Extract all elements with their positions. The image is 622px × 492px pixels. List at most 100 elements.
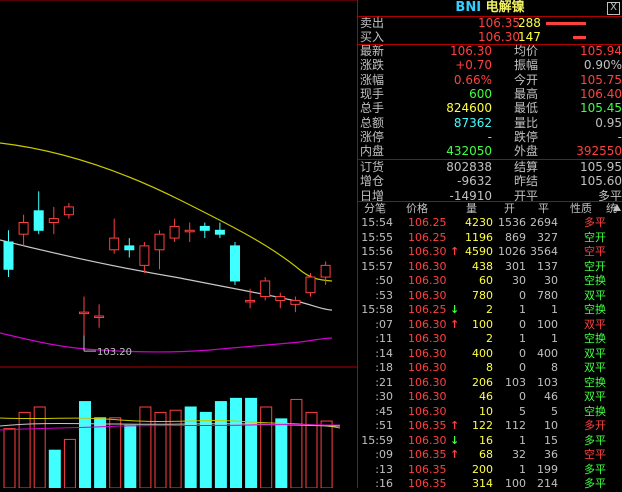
- tick-close: 103: [537, 375, 558, 389]
- volume-bar: [184, 406, 197, 488]
- tick-nature: 空开: [584, 259, 606, 273]
- tick-close: 199: [537, 462, 558, 476]
- stat-label: 跌停: [514, 129, 539, 144]
- stat-value: -: [487, 129, 492, 144]
- candle-body: [260, 280, 271, 298]
- tick-nature: 多平: [584, 477, 606, 490]
- tick-row: :45 106.30 10 5 5 空换: [358, 405, 613, 420]
- tick-close: 100: [537, 317, 558, 331]
- stat-value: 105.95: [580, 160, 622, 174]
- instrument-title: BNI 电解镍: [358, 0, 622, 16]
- tick-row: 15:54 106.25 4230 1536 2694 多平: [358, 216, 613, 231]
- order-price: 106.30: [478, 30, 520, 44]
- volume-bar: [169, 409, 182, 488]
- order-price: 106.35: [478, 16, 520, 30]
- stat-row: 总手 824600 最低 105.45: [358, 101, 622, 115]
- ma-line-magenta: [0, 332, 333, 353]
- tick-nature: 空换: [584, 375, 606, 389]
- stat-row: 增仓 -9632 昨结 105.60: [358, 174, 622, 188]
- tick-volume: 68: [479, 448, 493, 461]
- tick-volume: 4230: [465, 216, 493, 229]
- stat-label: 最低: [514, 101, 539, 116]
- tick-open: 0: [519, 317, 526, 331]
- tick-time: 15:54: [361, 216, 393, 229]
- tick-volume: 400: [472, 346, 493, 360]
- candle-body: [290, 299, 301, 305]
- tick-open: 103: [505, 375, 526, 389]
- stat-value: +0.70: [455, 58, 492, 73]
- quote-panel: BNI 电解镍 X 卖出 106.35 288 买入 106.30 147 最新 106.3…: [357, 0, 622, 490]
- tick-row: :07 106.30 ↑ 100 0 100 双平: [358, 318, 613, 333]
- scroll-up-icon[interactable]: [613, 204, 621, 211]
- tick-row: :50 106.30 60 30 30 空换: [358, 274, 613, 289]
- candle-body: [79, 311, 89, 315]
- tick-price: 106.35: [408, 477, 447, 490]
- tick-price: 106.35: [408, 448, 447, 461]
- stat-label: 涨幅: [360, 72, 385, 87]
- tick-time: :18: [375, 361, 393, 374]
- tick-volume: 10: [479, 404, 493, 418]
- volume-bar: [124, 424, 137, 488]
- stat-label: 订货: [360, 160, 385, 174]
- stat-value: 600: [469, 86, 492, 101]
- tick-volume: 206: [472, 375, 493, 389]
- close-button[interactable]: X: [607, 2, 620, 15]
- candle-body: [3, 241, 14, 270]
- tick-row: :13 106.35 200 1 199 多平: [358, 463, 613, 478]
- tick-open: 0: [519, 390, 526, 403]
- tick-close: 46: [544, 390, 558, 403]
- tick-nature: 双平: [584, 317, 606, 331]
- stat-label: 今开: [514, 72, 539, 87]
- tick-row: 15:55 106.25 1196 869 327 空开: [358, 231, 613, 246]
- tick-close: 15: [544, 433, 558, 447]
- arrow-up-icon: ↑: [450, 419, 460, 432]
- tick-time: 15:57: [361, 259, 393, 273]
- candle-body: [275, 296, 286, 301]
- volume-bar: [63, 438, 76, 488]
- arrow-up-icon: ↑: [450, 317, 460, 331]
- tick-close: 36: [544, 448, 558, 461]
- tick-header-cell: 开: [504, 202, 515, 215]
- tick-time: :21: [375, 375, 393, 389]
- arrow-up-icon: ↑: [450, 245, 460, 258]
- tick-open: 869: [505, 230, 526, 244]
- tick-price: 106.30: [408, 361, 447, 374]
- tick-price: 106.35: [408, 419, 447, 432]
- tick-close: 3564: [530, 245, 558, 258]
- volume-bar: [3, 428, 16, 488]
- tick-time: :09: [375, 448, 393, 461]
- tick-volume: 46: [479, 390, 493, 403]
- stat-row: 涨跌 +0.70 振幅 0.90%: [358, 58, 622, 72]
- volume-bar: [260, 406, 273, 488]
- tick-time: :53: [375, 288, 393, 302]
- candle-body: [33, 210, 44, 231]
- stat-row: 涨停 - 跌停 -: [358, 130, 622, 144]
- stat-value: 105.60: [580, 174, 622, 189]
- candle-body: [48, 218, 59, 223]
- tick-price: 106.25: [408, 216, 447, 229]
- stat-label: 昨结: [514, 174, 539, 189]
- candle-body: [63, 206, 74, 216]
- arrow-up-icon: ↑: [450, 448, 460, 461]
- tick-price: 106.30: [408, 288, 447, 302]
- candle-body: [169, 225, 180, 239]
- candle-body: [109, 237, 120, 251]
- tick-time: :50: [375, 274, 393, 287]
- tick-open: 1: [519, 332, 526, 345]
- tick-open: 100: [505, 477, 526, 490]
- stat-value: 87362: [453, 115, 492, 130]
- tick-time: :14: [375, 346, 393, 360]
- stat-row: 现手 600 最高 106.40: [358, 87, 622, 101]
- volume-bar: [79, 401, 91, 488]
- tick-table-header: 分笔 价格量开平性质统: [358, 202, 622, 216]
- candle-body: [94, 315, 105, 319]
- tick-nature: 空换: [584, 404, 606, 418]
- volume-bar: [94, 417, 107, 488]
- tick-volume: 780: [472, 288, 493, 302]
- candle-body: [214, 229, 225, 235]
- tick-open: 0: [519, 361, 526, 374]
- stat-label: 涨停: [360, 129, 385, 144]
- stat-value: 106.40: [580, 86, 622, 101]
- tick-open: 112: [505, 419, 526, 432]
- volume-bar: [139, 406, 152, 488]
